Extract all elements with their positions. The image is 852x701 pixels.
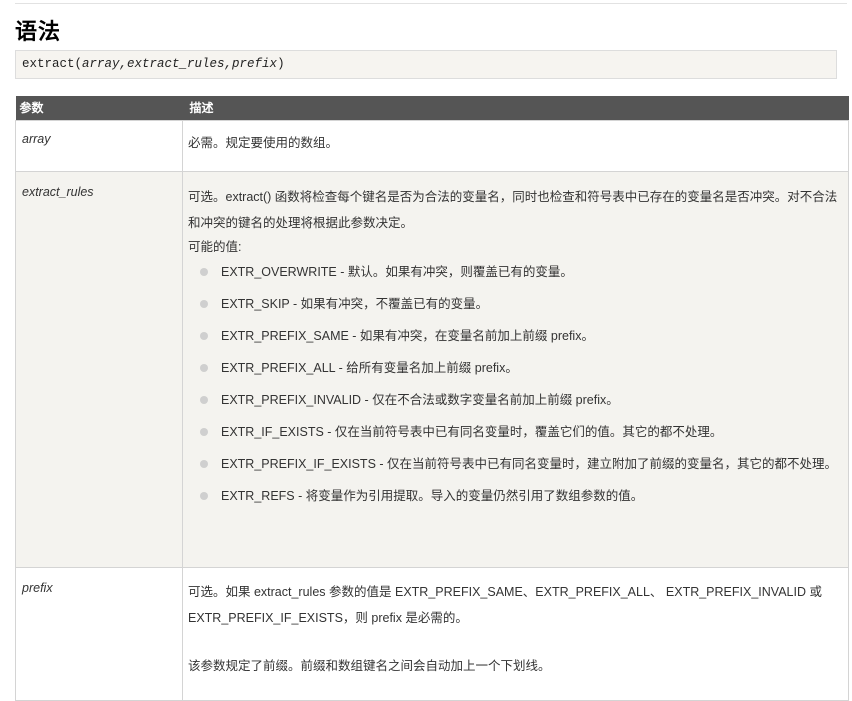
bullet-icon [200,268,208,276]
desc-text: 可选。extract() 函数将检查每个键名是否为合法的变量名，同时也检查和符号… [188,190,838,230]
table-row: prefix 可选。如果 extract_rules 参数的值是 EXTR_PR… [15,567,849,701]
param-desc: 可选。extract() 函数将检查每个键名是否为合法的变量名，同时也检查和符号… [182,171,849,568]
header-param: 参数 [15,96,183,121]
desc-possible-values: 可能的值: [188,240,242,254]
table-row: extract_rules 可选。extract() 函数将检查每个键名是否为合… [15,171,849,568]
table-header-row: 参数 描述 [15,96,849,121]
option-text: EXTR_IF_EXISTS - 仅在当前符号表中已有同名变量时，覆盖它们的值。… [221,425,723,439]
desc-text: 该参数规定了前缀。前缀和数组键名之间会自动加上一个下划线。 [188,659,551,673]
top-divider [15,3,847,4]
param-desc: 可选。如果 extract_rules 参数的值是 EXTR_PREFIX_SA… [182,567,849,701]
options-list: EXTR_OVERWRITE - 默认。如果有冲突，则覆盖已有的变量。 EXTR… [188,264,840,504]
syntax-params: array,extract_rules,prefix [82,57,278,71]
list-item: EXTR_IF_EXISTS - 仅在当前符号表中已有同名变量时，覆盖它们的值。… [200,424,840,440]
bullet-icon [200,364,208,372]
bullet-icon [200,332,208,340]
param-name: prefix [15,567,183,701]
syntax-close: ) [277,57,285,71]
param-name: array [15,120,183,172]
option-text: EXTR_PREFIX_ALL - 给所有变量名加上前缀 prefix。 [221,361,518,375]
table-row: array 必需。规定要使用的数组。 [15,120,849,172]
syntax-function: extract( [22,57,83,71]
option-text: EXTR_OVERWRITE - 默认。如果有冲突，则覆盖已有的变量。 [221,265,573,279]
list-item: EXTR_OVERWRITE - 默认。如果有冲突，则覆盖已有的变量。 [200,264,840,280]
param-desc: 必需。规定要使用的数组。 [182,120,849,172]
list-item: EXTR_PREFIX_ALL - 给所有变量名加上前缀 prefix。 [200,360,840,376]
parameter-table: 参数 描述 array 必需。规定要使用的数组。 extract_rules 可… [15,96,849,701]
bullet-icon [200,460,208,468]
option-text: EXTR_PREFIX_SAME - 如果有冲突，在变量名前加上前缀 prefi… [221,329,594,343]
option-text: EXTR_SKIP - 如果有冲突，不覆盖已有的变量。 [221,297,489,311]
option-text: EXTR_REFS - 将变量作为引用提取。导入的变量仍然引用了数组参数的值。 [221,489,644,503]
syntax-code-block: extract(array,extract_rules,prefix) [15,50,837,79]
desc-text: 可选。如果 extract_rules 参数的值是 EXTR_PREFIX_SA… [188,585,822,625]
header-desc: 描述 [182,96,849,121]
bullet-icon [200,492,208,500]
list-item: EXTR_SKIP - 如果有冲突，不覆盖已有的变量。 [200,296,840,312]
list-item: EXTR_PREFIX_IF_EXISTS - 仅在当前符号表中已有同名变量时，… [200,456,840,472]
bullet-icon [200,428,208,436]
option-text: EXTR_PREFIX_INVALID - 仅在不合法或数字变量名前加上前缀 p… [221,393,619,407]
param-name: extract_rules [15,171,183,568]
option-text: EXTR_PREFIX_IF_EXISTS - 仅在当前符号表中已有同名变量时，… [221,457,838,471]
bullet-icon [200,396,208,404]
list-item: EXTR_REFS - 将变量作为引用提取。导入的变量仍然引用了数组参数的值。 [200,488,840,504]
section-title: 语法 [15,20,62,45]
bullet-icon [200,300,208,308]
list-item: EXTR_PREFIX_SAME - 如果有冲突，在变量名前加上前缀 prefi… [200,328,840,344]
list-item: EXTR_PREFIX_INVALID - 仅在不合法或数字变量名前加上前缀 p… [200,392,840,408]
